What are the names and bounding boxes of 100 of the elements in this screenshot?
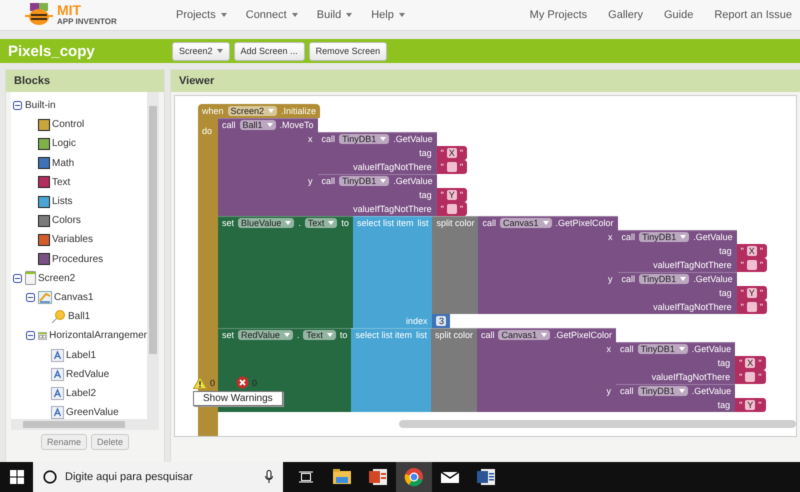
slides-icon <box>368 467 388 487</box>
tree-item[interactable]: Colors <box>52 215 81 226</box>
block-label: list <box>417 218 428 228</box>
tree-button[interactable]: Delete <box>91 434 130 450</box>
browser-icon <box>404 467 424 487</box>
nav-link[interactable]: Guide <box>664 9 694 21</box>
block-label: split color <box>434 330 473 340</box>
block-label: call <box>622 274 636 284</box>
tree-item[interactable]: HorizontalArrangemer <box>49 330 147 342</box>
microphone-icon[interactable] <box>265 470 273 484</box>
text-field[interactable]: X <box>745 358 756 368</box>
block-dropdown[interactable]: Canvas1 <box>500 218 552 228</box>
windows-icon[interactable] <box>10 470 24 484</box>
tree-item[interactable]: Canvas1 <box>54 292 94 303</box>
caret-icon <box>380 179 386 183</box>
block-label: . <box>296 330 300 340</box>
block-label: x <box>307 133 314 146</box>
text-field[interactable] <box>446 162 457 172</box>
tree-item[interactable]: Lists <box>52 196 73 208</box>
caret-icon <box>285 221 292 225</box>
text-field[interactable] <box>446 204 457 214</box>
tree-button[interactable]: Rename <box>40 434 87 450</box>
text-field[interactable] <box>746 260 757 270</box>
block-label: to <box>341 218 349 228</box>
menu-item[interactable]: Build <box>316 9 352 21</box>
block-label: valueIfTagNotThere <box>352 203 433 216</box>
block-dropdown[interactable]: TinyDB1 <box>339 176 390 186</box>
tree-item[interactable]: Ball1 <box>68 311 90 322</box>
block-label: list <box>416 330 427 340</box>
block-label: " <box>460 204 464 214</box>
search-box[interactable]: Digite aqui para pesquisar <box>33 462 283 492</box>
block-label: call <box>620 344 634 354</box>
task-view-icon[interactable] <box>299 471 313 483</box>
logo-icon <box>24 3 54 27</box>
tree-item[interactable]: GreenValue <box>66 407 119 418</box>
tree-item[interactable]: Math <box>52 158 74 169</box>
block-dropdown[interactable]: Canvas1 <box>498 330 550 340</box>
canvas-icon <box>38 290 52 304</box>
block-dropdown[interactable]: BlueValue <box>238 218 294 228</box>
block-dropdown[interactable]: Ball1 <box>240 120 276 130</box>
block-label: " <box>440 162 444 172</box>
caret-icon <box>542 221 549 225</box>
nav-link[interactable]: Report an Issue <box>714 9 792 21</box>
block-dropdown[interactable]: TinyDB1 <box>638 386 688 396</box>
block-label: . <box>298 218 301 228</box>
menu-item[interactable]: Connect <box>246 9 298 21</box>
block-label: " <box>760 246 764 256</box>
text-field[interactable]: Y <box>446 190 457 200</box>
document-icon <box>476 467 496 487</box>
scrollbar[interactable] <box>147 92 159 419</box>
block-label: index <box>404 315 428 328</box>
tree-item[interactable]: Label2 <box>66 388 96 399</box>
block-label: " <box>758 358 762 368</box>
tree-item[interactable]: Label1 <box>66 350 96 361</box>
screen-button[interactable]: Remove Screen <box>308 42 388 60</box>
tree-item[interactable]: Variables <box>52 234 93 246</box>
text-field[interactable] <box>745 372 756 382</box>
block-dropdown[interactable]: Screen2 <box>228 106 278 116</box>
files-icon <box>332 467 352 487</box>
tree-item[interactable]: Text <box>52 176 70 188</box>
block-dropdown[interactable]: Text <box>304 218 338 228</box>
tree-item[interactable]: RedValue <box>66 368 110 380</box>
tree-item[interactable]: Procedures <box>52 254 104 265</box>
block-label: " <box>740 246 744 256</box>
block-label: x <box>607 231 614 244</box>
show-warnings-button[interactable]: Show Warnings <box>193 391 283 406</box>
menu-item[interactable]: Help <box>371 9 405 21</box>
screen-button[interactable]: Add Screen ... <box>234 42 305 60</box>
text-field[interactable]: X <box>446 148 457 158</box>
collapse-icon[interactable] <box>12 101 22 110</box>
collapse-icon[interactable] <box>26 331 34 340</box>
caret-icon <box>326 333 333 337</box>
scrollbar[interactable] <box>11 419 159 430</box>
text-field[interactable]: Y <box>746 288 757 298</box>
text-field[interactable]: 3 <box>436 316 446 326</box>
block-dropdown[interactable]: TinyDB1 <box>339 134 390 144</box>
text-field[interactable] <box>746 302 757 312</box>
block-label: y <box>607 273 614 286</box>
text-field[interactable]: X <box>746 246 757 256</box>
nav-link[interactable]: Gallery <box>608 9 643 21</box>
block-dropdown[interactable]: TinyDB1 <box>639 274 690 284</box>
screen-dropdown[interactable]: Screen2 <box>172 42 230 60</box>
tree-item[interactable]: Logic <box>52 138 76 150</box>
block-dropdown[interactable]: TinyDB1 <box>638 344 688 354</box>
block-label: " <box>760 260 764 270</box>
tree-item[interactable]: Built-in <box>25 100 56 112</box>
block-dropdown[interactable]: RedValue <box>238 330 293 340</box>
tree-item[interactable]: Control <box>52 119 84 130</box>
tree-item[interactable]: Screen2 <box>38 272 76 284</box>
menu-item[interactable]: Projects <box>176 9 227 21</box>
nav-link[interactable]: My Projects <box>530 9 588 21</box>
collapse-icon[interactable] <box>12 274 22 283</box>
block-dropdown[interactable]: Text <box>303 330 336 340</box>
block-dropdown[interactable]: TinyDB1 <box>639 232 690 242</box>
warning-count: 0 <box>210 378 216 388</box>
scrollbar[interactable] <box>399 420 796 428</box>
text-field[interactable]: Y <box>745 400 756 410</box>
taskbar-app[interactable] <box>396 462 432 492</box>
caret-icon <box>680 277 686 281</box>
collapse-icon[interactable] <box>26 292 34 302</box>
